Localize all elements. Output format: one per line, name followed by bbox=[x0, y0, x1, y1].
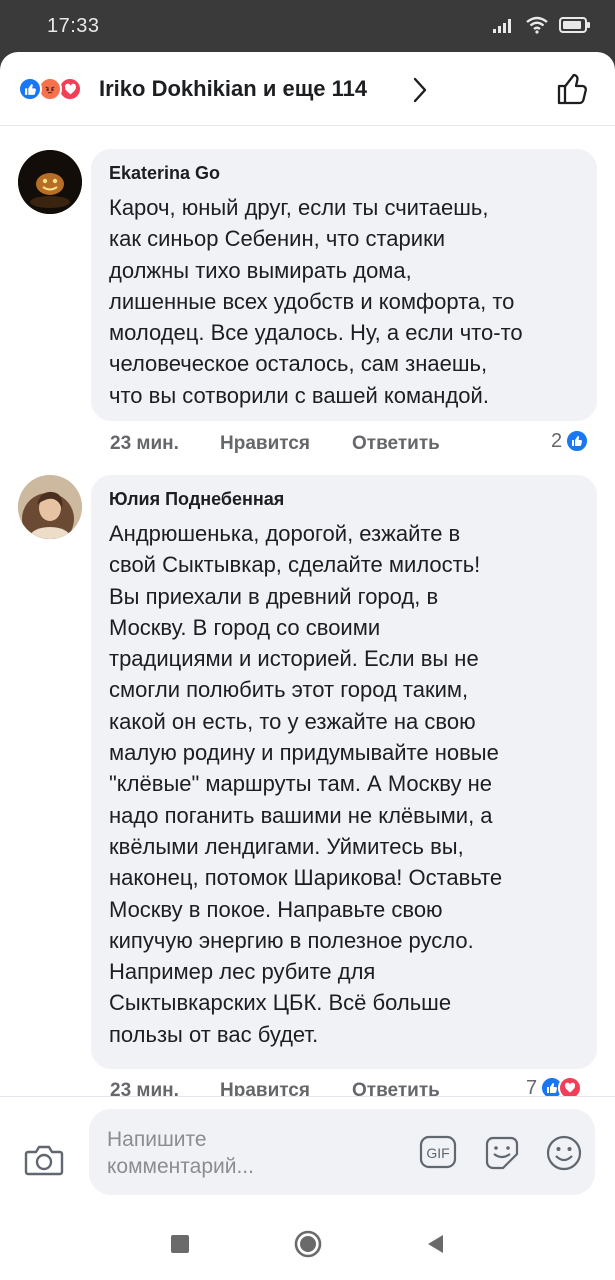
like-button[interactable]: Нравится bbox=[220, 433, 310, 455]
system-nav-bar bbox=[0, 1202, 615, 1280]
comment-author[interactable]: Ekaterina Go bbox=[109, 163, 220, 184]
avatar[interactable] bbox=[18, 475, 82, 539]
comment-composer: Напишите комментарий... GIF bbox=[0, 1096, 615, 1202]
svg-text:GIF: GIF bbox=[426, 1145, 449, 1161]
home-icon[interactable] bbox=[293, 1229, 323, 1259]
comment-input[interactable]: Напишите комментарий... GIF bbox=[89, 1109, 595, 1195]
comment-reactions[interactable]: 2 bbox=[551, 429, 590, 453]
status-time: 17:33 bbox=[47, 15, 100, 37]
gif-icon[interactable]: GIF bbox=[419, 1135, 457, 1169]
comment-text: Кароч, юный друг, если ты считаешь, как … bbox=[109, 195, 523, 408]
comment-bubble[interactable]: Ekaterina Go Кароч, юный друг, если ты с… bbox=[91, 149, 597, 421]
avatar[interactable] bbox=[18, 150, 82, 214]
status-icons bbox=[493, 16, 591, 34]
recent-apps-icon[interactable] bbox=[171, 1235, 189, 1253]
reply-button[interactable]: Ответить bbox=[352, 433, 440, 455]
emoji-icon[interactable] bbox=[545, 1134, 583, 1172]
battery-icon bbox=[559, 17, 590, 33]
comment-text: Андрюшенька, дорогой, езжайте в свой Сык… bbox=[109, 521, 503, 1047]
like-outline-icon[interactable] bbox=[555, 71, 591, 107]
like-icon bbox=[565, 429, 590, 453]
chevron-right-icon[interactable] bbox=[412, 77, 428, 103]
comment-time: 23 мин. bbox=[110, 433, 179, 454]
avatar-image bbox=[18, 475, 82, 539]
comments-sheet: Iriko Dokhikian и еще 114 Ekaterina Go К… bbox=[0, 52, 615, 1202]
back-icon[interactable] bbox=[425, 1233, 445, 1255]
camera-icon[interactable] bbox=[24, 1143, 64, 1177]
wifi-icon bbox=[526, 16, 548, 34]
comment-bubble[interactable]: Юлия Поднебенная Андрюшенька, дорогой, е… bbox=[91, 475, 597, 1069]
status-bar: 17:33 bbox=[0, 0, 615, 52]
reactions-summary[interactable]: Iriko Dokhikian и еще 114 bbox=[99, 76, 367, 102]
like-icon bbox=[18, 77, 42, 101]
reactions-header[interactable]: Iriko Dokhikian и еще 114 bbox=[0, 52, 615, 126]
reaction-count: 2 bbox=[551, 429, 563, 452]
avatar-image bbox=[18, 150, 82, 214]
reaction-icons bbox=[18, 77, 94, 101]
comment-input-placeholder[interactable]: Напишите комментарий... bbox=[107, 1126, 254, 1180]
signal-icon bbox=[493, 19, 511, 33]
sticker-icon[interactable] bbox=[482, 1134, 522, 1172]
comment-author[interactable]: Юлия Поднебенная bbox=[109, 489, 284, 510]
